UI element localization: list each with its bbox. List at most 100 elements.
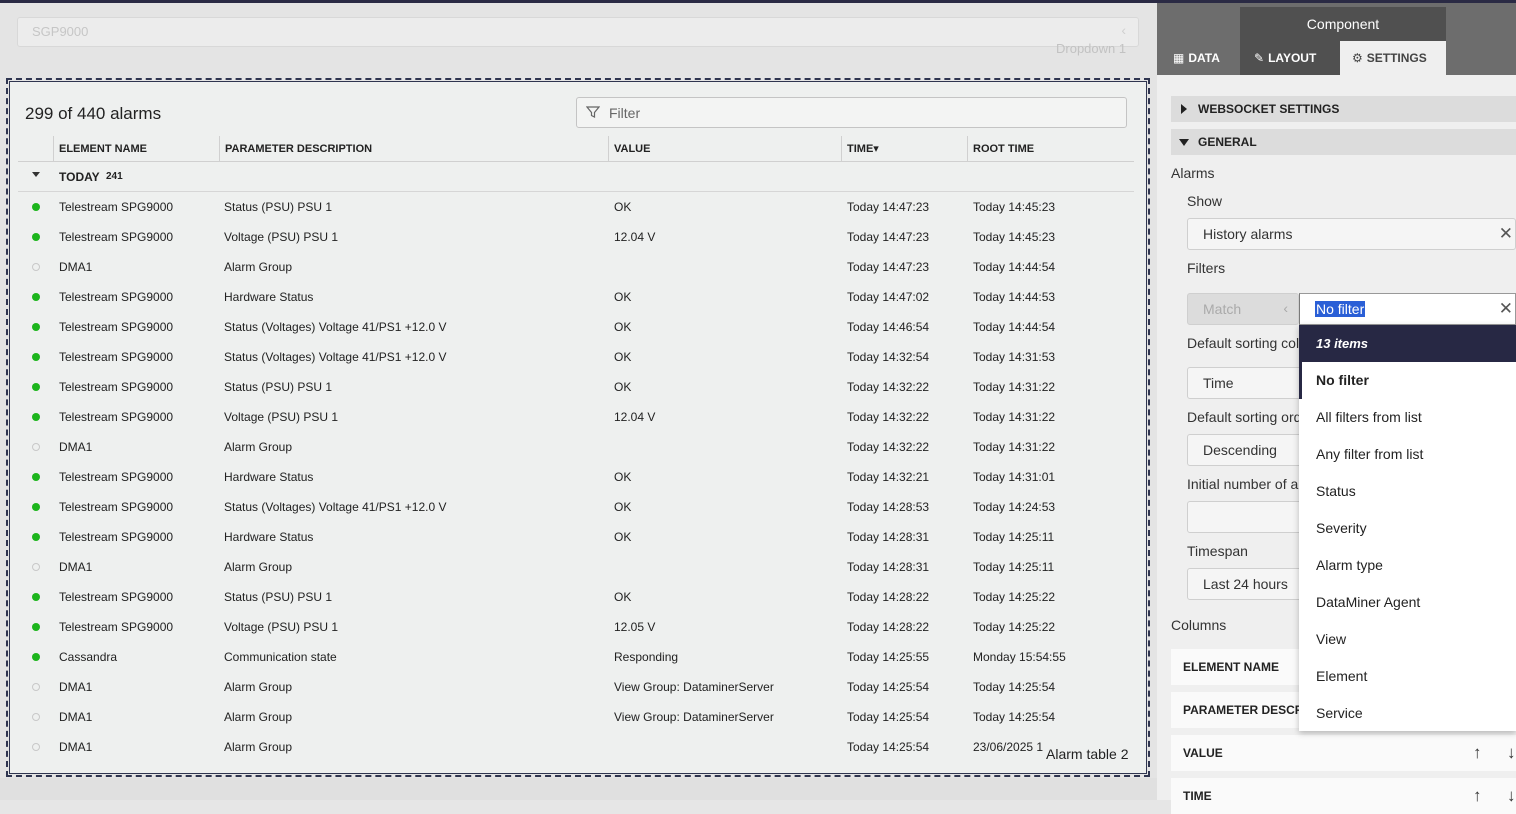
cell-value: OK bbox=[614, 290, 632, 304]
cell-value: OK bbox=[614, 590, 632, 604]
cell-time: Today 14:32:22 bbox=[847, 410, 930, 424]
table-row[interactable]: Telestream SPG9000 Status (Voltages) Volt… bbox=[18, 492, 1134, 522]
table-row[interactable]: DMA1 Alarm Group View Group: DataminerServ… bbox=[18, 672, 1134, 702]
menu-item-count: 13 items bbox=[1299, 325, 1516, 362]
table-row[interactable]: Telestream SPG9000 Voltage (PSU) PSU 1 12.… bbox=[18, 612, 1134, 642]
column-header-value[interactable]: VALUE bbox=[608, 136, 841, 162]
filter-dropdown-menu: 13 items No filter All filters from list A… bbox=[1299, 325, 1516, 731]
alarm-table-component[interactable]: 299 of 440 alarms Filter ELEMENT NAME PA… bbox=[6, 78, 1150, 777]
cell-element-name: Telestream SPG9000 bbox=[59, 290, 174, 304]
group-row-today[interactable]: TODAY 241 bbox=[18, 162, 1134, 192]
default-sorting-column-value: Time bbox=[1203, 375, 1234, 391]
column-item-label: VALUE bbox=[1183, 746, 1223, 760]
filter-select[interactable]: No filter ✕ bbox=[1299, 293, 1516, 325]
menu-item[interactable]: Any filter from list bbox=[1299, 436, 1516, 473]
cell-root-time: Today 14:31:53 bbox=[973, 350, 1056, 364]
cell-time: Today 14:46:54 bbox=[847, 320, 930, 334]
alarm-status-dot bbox=[32, 713, 40, 721]
alarm-status-dot bbox=[32, 533, 40, 541]
table-row[interactable]: DMA1 Alarm Group Today 14:28:31 Today 14:25… bbox=[18, 552, 1134, 582]
cell-value: View Group: DataminerServer bbox=[614, 680, 774, 694]
table-row[interactable]: Telestream SPG9000 Status (PSU) PSU 1 OK To… bbox=[18, 372, 1134, 402]
column-item-time[interactable]: TIME ↑ ↓ bbox=[1171, 778, 1516, 814]
cell-parameter-description: Alarm Group bbox=[224, 680, 293, 694]
table-row[interactable]: DMA1 Alarm Group Today 14:47:23 Today 14:44… bbox=[18, 252, 1134, 282]
cell-value: OK bbox=[614, 200, 632, 214]
cell-time: Today 14:28:22 bbox=[847, 590, 930, 604]
menu-item[interactable]: All filters from list bbox=[1299, 399, 1516, 436]
column-header-root-time[interactable]: ROOT TIME bbox=[967, 136, 1127, 162]
cell-time: Today 14:32:22 bbox=[847, 380, 930, 394]
collapse-triangle-icon[interactable] bbox=[32, 172, 40, 177]
cell-time: Today 14:25:54 bbox=[847, 740, 930, 754]
dropdown-component[interactable]: SGP9000 ‹ bbox=[17, 17, 1139, 47]
arrow-up-icon[interactable]: ↑ bbox=[1473, 735, 1482, 771]
cell-parameter-description: Voltage (PSU) PSU 1 bbox=[224, 620, 339, 634]
cell-value: OK bbox=[614, 500, 632, 514]
table-row[interactable]: DMA1 Alarm Group Today 14:32:22 Today 14:31… bbox=[18, 432, 1134, 462]
menu-item[interactable]: DataMiner Agent bbox=[1299, 584, 1516, 621]
menu-item[interactable]: Severity bbox=[1299, 510, 1516, 547]
table-row[interactable]: DMA1 Alarm Group View Group: DataminerServ… bbox=[18, 702, 1134, 732]
cell-root-time: Today 14:25:54 bbox=[973, 680, 1056, 694]
cell-root-time: Today 14:44:53 bbox=[973, 290, 1056, 304]
tab-layout-label: LAYOUT bbox=[1268, 51, 1317, 65]
table-row[interactable]: Telestream SPG9000 Voltage (PSU) PSU 1 12.… bbox=[18, 222, 1134, 252]
cell-parameter-description: Status (PSU) PSU 1 bbox=[224, 380, 333, 394]
menu-item[interactable]: Alarm type bbox=[1299, 547, 1516, 584]
cell-parameter-description: Status (PSU) PSU 1 bbox=[224, 590, 333, 604]
table-row[interactable]: Telestream SPG9000 Hardware Status OK Today… bbox=[18, 522, 1134, 552]
cell-root-time: Today 14:25:22 bbox=[973, 620, 1056, 634]
cell-root-time: Today 14:31:22 bbox=[973, 410, 1056, 424]
alarm-status-dot bbox=[32, 323, 40, 331]
arrow-down-icon[interactable]: ↓ bbox=[1507, 735, 1516, 771]
websocket-settings-label: WEBSOCKET SETTINGS bbox=[1198, 102, 1340, 116]
cell-time: Today 14:47:23 bbox=[847, 260, 930, 274]
filter-input[interactable]: Filter bbox=[576, 97, 1127, 128]
cell-element-name: DMA1 bbox=[59, 440, 93, 454]
sort-descending-icon: ▾ bbox=[873, 143, 879, 155]
websocket-settings-section[interactable]: WEBSOCKET SETTINGS bbox=[1171, 96, 1516, 122]
table-row[interactable]: Telestream SPG9000 Hardware Status OK Today… bbox=[18, 282, 1134, 312]
arrow-down-icon[interactable]: ↓ bbox=[1507, 778, 1516, 814]
cell-root-time: Today 14:25:22 bbox=[973, 590, 1056, 604]
filter-placeholder: Filter bbox=[609, 105, 641, 121]
table-row[interactable]: Telestream SPG9000 Status (Voltages) Volt… bbox=[18, 312, 1134, 342]
menu-item[interactable]: View bbox=[1299, 621, 1516, 658]
column-header-element-name[interactable]: ELEMENT NAME bbox=[53, 136, 219, 162]
table-row[interactable]: Telestream SPG9000 Status (PSU) PSU 1 OK To… bbox=[18, 582, 1134, 612]
menu-item[interactable]: No filter bbox=[1299, 362, 1516, 399]
table-row[interactable]: Telestream SPG9000 Status (PSU) PSU 1 OK To… bbox=[18, 192, 1134, 222]
match-select[interactable]: Match ‹ bbox=[1187, 293, 1299, 325]
alarm-status-dot bbox=[32, 593, 40, 601]
cell-element-name: DMA1 bbox=[59, 560, 93, 574]
collapse-triangle-icon bbox=[1179, 139, 1189, 146]
cell-time: Today 14:28:53 bbox=[847, 500, 930, 514]
default-sorting-column-label: Default sorting col bbox=[1187, 335, 1300, 351]
general-section[interactable]: GENERAL bbox=[1171, 129, 1516, 155]
table-row[interactable]: Cassandra Communication state Responding To… bbox=[18, 642, 1134, 672]
table-row[interactable]: Telestream SPG9000 Voltage (PSU) PSU 1 12.… bbox=[18, 402, 1134, 432]
column-item-value[interactable]: VALUE ↑ ↓ bbox=[1171, 735, 1516, 771]
menu-item[interactable]: Element bbox=[1299, 658, 1516, 695]
cell-time: Today 14:47:23 bbox=[847, 200, 930, 214]
column-header-time[interactable]: TIME▾ bbox=[841, 136, 967, 162]
filter-select-value[interactable]: No filter bbox=[1315, 301, 1366, 317]
tab-settings[interactable]: ⚙ SETTINGS bbox=[1340, 41, 1446, 75]
cell-root-time: Today 14:44:54 bbox=[973, 320, 1056, 334]
clear-icon[interactable]: ✕ bbox=[1499, 224, 1513, 244]
arrow-up-icon[interactable]: ↑ bbox=[1473, 778, 1482, 814]
show-select[interactable]: History alarms ✕ bbox=[1187, 218, 1516, 250]
cell-parameter-description: Hardware Status bbox=[224, 290, 314, 304]
tab-layout[interactable]: ✎ LAYOUT bbox=[1240, 41, 1340, 75]
menu-item[interactable]: Status bbox=[1299, 473, 1516, 510]
cell-time: Today 14:32:22 bbox=[847, 440, 930, 454]
table-row[interactable]: Telestream SPG9000 Status (Voltages) Volt… bbox=[18, 342, 1134, 372]
column-header-parameter-description[interactable]: PARAMETER DESCRIPTION bbox=[219, 136, 608, 162]
menu-item[interactable]: Service bbox=[1299, 695, 1516, 732]
cell-root-time: Today 14:31:01 bbox=[973, 470, 1056, 484]
tab-data[interactable]: ▦ DATA bbox=[1157, 41, 1240, 75]
table-row[interactable]: Telestream SPG9000 Hardware Status OK Today… bbox=[18, 462, 1134, 492]
table-row[interactable]: DMA1 Alarm Group Today 14:25:54 23/06/2025 … bbox=[18, 732, 1134, 762]
clear-icon[interactable]: ✕ bbox=[1499, 299, 1513, 319]
